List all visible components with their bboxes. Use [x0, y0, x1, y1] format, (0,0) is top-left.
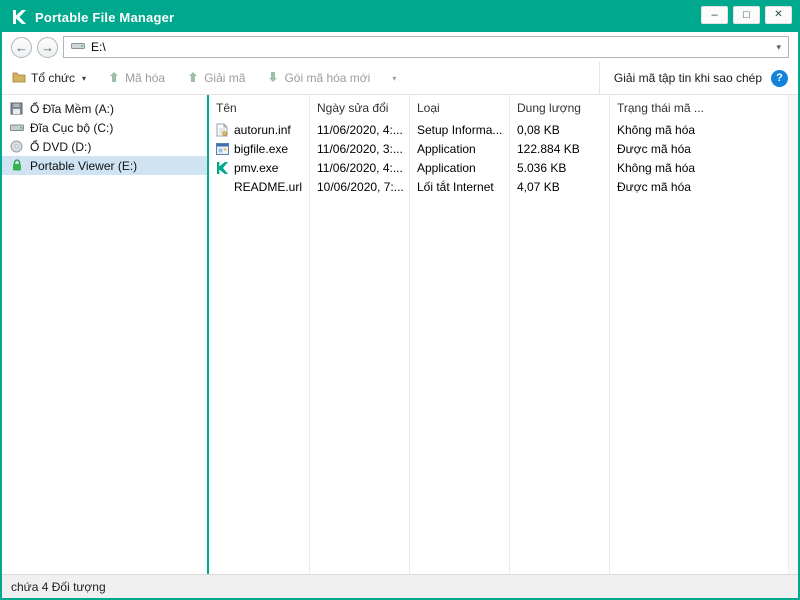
toolbar: Tổ chức ▾ Mã hóa Giải mã Gói mã hóa mới … — [2, 62, 798, 95]
sidebar-item-local-disk-c[interactable]: Đĩa Cục bộ (C:) — [2, 118, 207, 137]
folder-icon — [12, 71, 26, 86]
window-controls: – □ ✕ — [701, 6, 792, 24]
maximize-button[interactable]: □ — [733, 6, 760, 24]
address-dropdown-chevron-icon[interactable]: ▾ — [776, 42, 781, 53]
minimize-button[interactable]: – — [701, 6, 728, 24]
address-bar[interactable]: E:\ ▾ — [63, 36, 789, 58]
column-header-modified[interactable]: Ngày sửa đổi — [309, 101, 409, 115]
toolbar-more-chevron-icon[interactable]: ▾ — [392, 74, 396, 83]
hard-drive-icon — [9, 122, 24, 133]
portable-file-manager-window: Portable File Manager – □ ✕ ← → E:\ ▾ Tổ… — [0, 0, 800, 600]
close-button[interactable]: ✕ — [765, 6, 792, 24]
encrypt-arrow-icon — [108, 71, 120, 86]
decrypt-arrow-icon — [187, 71, 199, 86]
column-header-type[interactable]: Loại — [409, 101, 509, 115]
file-row-bigfile[interactable]: bigfile.exe 11/06/2020, 3:... Applicatio… — [209, 139, 788, 158]
column-header-status[interactable]: Trạng thái mã ... — [609, 101, 788, 115]
sidebar-item-floppy-a[interactable]: Ổ Đĩa Mềm (A:) — [2, 99, 207, 118]
kaspersky-logo-icon — [11, 9, 27, 25]
toolbar-right-group: Giải mã tập tin khi sao chép ? — [598, 62, 788, 94]
column-header-size[interactable]: Dung lượng — [509, 101, 609, 115]
window-title: Portable File Manager — [35, 9, 175, 25]
floppy-drive-icon — [9, 102, 24, 115]
exe-file-icon — [215, 142, 229, 156]
column-header-name[interactable]: Tên — [209, 101, 309, 115]
status-text: chứa 4 Đối tượng — [11, 579, 106, 594]
inf-file-icon — [215, 123, 229, 137]
sidebar-item-portable-viewer-e[interactable]: Portable Viewer (E:) — [2, 156, 207, 175]
back-button[interactable]: ← — [11, 36, 32, 58]
sidebar-item-dvd-d[interactable]: Ổ DVD (D:) — [2, 137, 207, 156]
organize-button[interactable]: Tổ chức ▾ — [12, 71, 86, 86]
column-separator — [509, 95, 510, 574]
new-encrypted-package-button[interactable]: Gói mã hóa mới — [267, 71, 370, 86]
address-path: E:\ — [91, 40, 106, 54]
decrypt-button[interactable]: Giải mã — [187, 71, 245, 86]
status-bar: chứa 4 Đối tượng — [2, 574, 798, 598]
package-down-arrow-icon — [267, 71, 279, 86]
encrypted-lock-icon — [9, 159, 24, 172]
file-row-autorun[interactable]: autorun.inf 11/06/2020, 4:... Setup Info… — [209, 120, 788, 139]
file-row-pmv[interactable]: pmv.exe 11/06/2020, 4:... Application 5.… — [209, 158, 788, 177]
decrypt-on-copy-label: Giải mã tập tin khi sao chép — [613, 71, 762, 85]
drive-tree: Ổ Đĩa Mềm (A:) Đĩa Cục bộ (C:) Ổ DVD (D:… — [2, 95, 207, 574]
column-separator — [609, 95, 610, 574]
list-header: Tên Ngày sửa đổi Loại Dung lượng Trạng t… — [209, 95, 788, 120]
help-icon[interactable]: ? — [771, 69, 788, 87]
file-list: Tên Ngày sửa đổi Loại Dung lượng Trạng t… — [209, 95, 788, 574]
navigation-bar: ← → E:\ ▾ — [2, 32, 798, 62]
vertical-scrollbar[interactable] — [788, 95, 798, 574]
dvd-drive-icon — [9, 140, 24, 153]
column-separator — [409, 95, 410, 574]
forward-button[interactable]: → — [37, 36, 58, 58]
main-content: Ổ Đĩa Mềm (A:) Đĩa Cục bộ (C:) Ổ DVD (D:… — [2, 95, 798, 574]
kaspersky-k-icon — [215, 161, 229, 175]
column-separator — [309, 95, 310, 574]
encrypt-button[interactable]: Mã hóa — [108, 71, 165, 86]
drive-icon — [71, 40, 85, 54]
url-file-icon — [215, 180, 229, 194]
chevron-down-icon: ▾ — [82, 73, 87, 83]
file-row-readme[interactable]: README.url 10/06/2020, 7:... Lối tắt Int… — [209, 177, 788, 196]
titlebar: Portable File Manager – □ ✕ — [2, 2, 798, 32]
